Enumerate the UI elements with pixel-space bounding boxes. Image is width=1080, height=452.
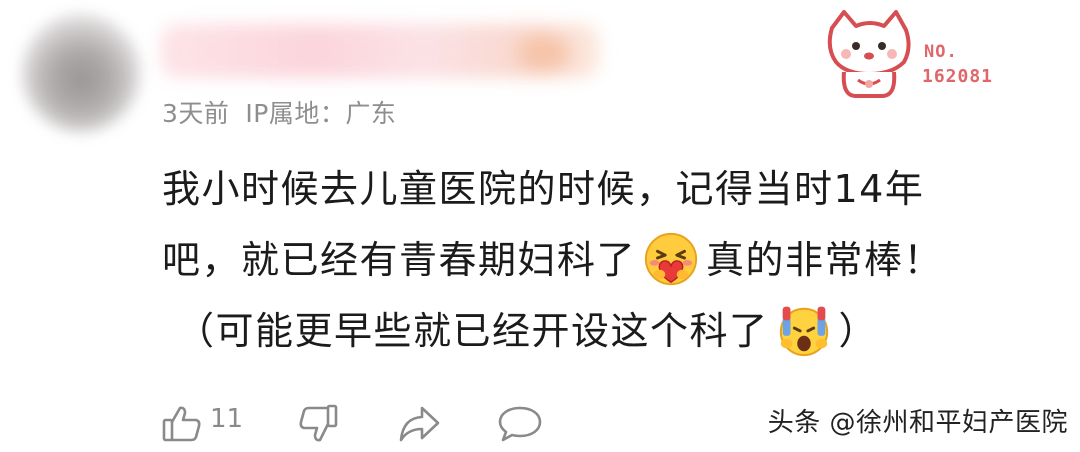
thumbs-down-icon[interactable] — [296, 402, 340, 450]
comment-line-2-after: 真的非常棒！ — [706, 238, 944, 282]
comment-line-3-before: （可能更早些就已经开设这个科了 — [176, 309, 769, 353]
comment-time: 3天前 — [162, 99, 230, 128]
comment-line-3-after: ） — [838, 309, 879, 353]
comment-line-2: 吧，就已经有青春期妇科了 真的非常棒！ — [162, 225, 1042, 296]
badge-number: 162081 — [922, 66, 994, 87]
comment-line-3: （可能更早些就已经开设这个科了 ） — [176, 296, 1042, 367]
comment-line-1: 我小时候去儿童医院的时候，记得当时14年 — [162, 167, 925, 211]
hugging-heart-emoji-icon — [644, 232, 698, 285]
thumbs-up-icon[interactable] — [160, 402, 204, 450]
comment-text: 我小时候去儿童医院的时候，记得当时14年 吧，就已经有青春期妇科了 真的非常棒！… — [162, 154, 1042, 367]
cat-mascot-icon — [827, 10, 911, 98]
shocked-face-emoji-icon — [779, 306, 828, 356]
avatar[interactable] — [22, 14, 140, 132]
watermark: 头条 @徐州和平妇产医院 — [767, 408, 1068, 438]
username-blurred[interactable] — [160, 24, 600, 78]
comment-meta: 3天前 IP属地：广东 — [162, 94, 412, 130]
badge-label: NO. — [924, 42, 958, 62]
like-count: 11 — [210, 404, 244, 434]
ip-location: IP属地：广东 — [245, 99, 397, 128]
comment-bubble-icon[interactable] — [496, 402, 544, 450]
comment-line-2-before: 吧，就已经有青春期妇科了 — [162, 238, 637, 282]
user-badge: NO. 162081 — [822, 8, 1012, 100]
share-arrow-icon[interactable] — [396, 402, 444, 450]
